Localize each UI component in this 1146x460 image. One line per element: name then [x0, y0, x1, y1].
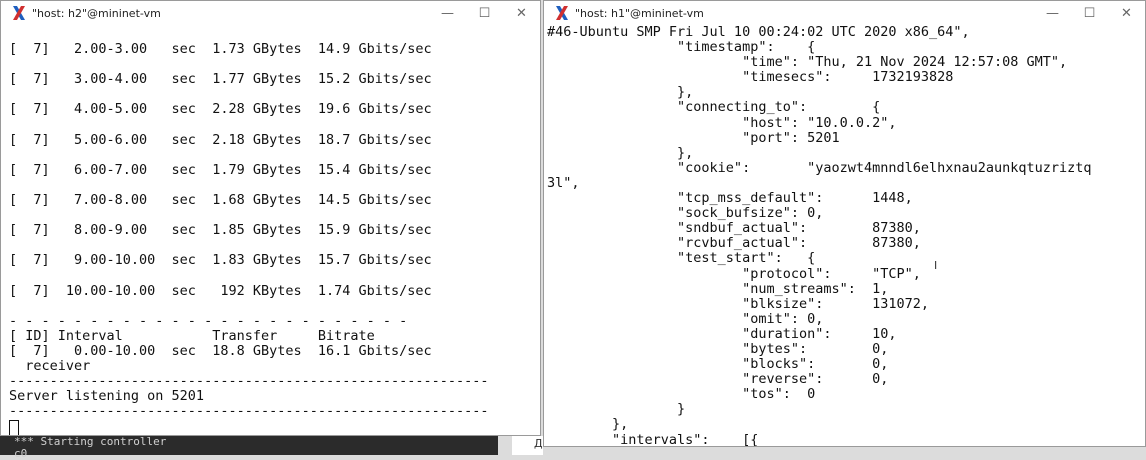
terminal-line: "port": 5201 [547, 129, 840, 146]
terminal-line: [ ID] Interval Transfer Bitrate [9, 327, 375, 344]
terminal-line: "rcvbuf_actual": 87380, [547, 235, 921, 252]
window-title: "host: h2"@mininet-vm [32, 6, 161, 20]
terminal-line: "bytes": 0, [547, 340, 889, 357]
terminal-line: [ 7] 0.00-10.00 sec 18.8 GBytes 16.1 Gbi… [9, 342, 432, 359]
terminal-line: "connecting_to": { [547, 99, 881, 116]
terminal-line: } [547, 401, 686, 418]
terminal-line: [ 7] 2.00-3.00 sec 1.73 GBytes 14.9 Gbit… [9, 41, 432, 57]
terminal-line: [ 7] 4.00-5.00 sec 2.28 GBytes 19.6 Gbit… [9, 101, 432, 118]
terminal-line: "test_start": { [547, 250, 816, 267]
window-title: "host: h1"@mininet-vm [575, 6, 704, 20]
terminal-window-h1[interactable]: "host: h1"@mininet-vm — ☐ ✕ #46-Ubuntu S… [543, 0, 1146, 447]
background-window-text: Д [534, 437, 543, 450]
terminal-line: "time": "Thu, 21 Nov 2024 12:57:08 GMT", [547, 54, 1068, 71]
terminal-line: "sock_bufsize": 0, [547, 205, 824, 222]
terminal-line: }, [547, 416, 629, 433]
terminal-line: }, [547, 84, 694, 101]
terminal-line: [ 7] 8.00-9.00 sec 1.85 GBytes 15.9 Gbit… [9, 222, 432, 239]
close-button[interactable]: ✕ [1108, 1, 1145, 25]
terminal-line: [ 7] 9.00-10.00 sec 1.83 GBytes 15.7 Gbi… [9, 252, 432, 269]
prompt-line[interactable] [9, 419, 540, 435]
terminal-line: "protocol": "TCP", [547, 265, 921, 282]
terminal-line: #46-Ubuntu SMP Fri Jul 10 00:24:02 UTC 2… [547, 25, 970, 40]
maximize-button[interactable]: ☐ [466, 1, 503, 25]
maximize-button[interactable]: ☐ [1071, 1, 1108, 25]
terminal-line: "omit": 0, [547, 310, 824, 327]
terminal-line: "reverse": 0, [547, 371, 889, 388]
terminal-line: "intervals": [{ [547, 431, 759, 446]
background-terminal: *** Starting controller c0 [0, 435, 498, 460]
background-window: Д [512, 436, 543, 455]
terminal-line: [ 7] 10.00-10.00 sec 192 KBytes 1.74 Gbi… [9, 282, 432, 299]
terminal-line: Server listening on 5201 [9, 388, 205, 405]
terminal-line: [ 7] 7.00-8.00 sec 1.68 GBytes 14.5 Gbit… [9, 191, 432, 208]
terminal-line: [ 7] 5.00-6.00 sec 2.18 GBytes 18.7 Gbit… [9, 131, 432, 148]
titlebar[interactable]: "host: h2"@mininet-vm — ☐ ✕ [1, 1, 540, 25]
terminal-line: [ 7] 6.00-7.00 sec 1.79 GBytes 15.4 Gbit… [9, 161, 432, 178]
terminal-line: "host": "10.0.0.2", [547, 114, 897, 131]
x-logo-icon [11, 5, 27, 21]
terminal-line: "tcp_mss_default": 1448, [547, 190, 913, 207]
terminal-line: "duration": 10, [547, 325, 897, 342]
terminal-output[interactable]: [ 7] 2.00-3.00 sec 1.73 GBytes 14.9 Gbit… [1, 25, 540, 435]
minimize-button[interactable]: — [429, 1, 466, 25]
titlebar[interactable]: "host: h1"@mininet-vm — ☐ ✕ [544, 1, 1145, 25]
terminal-line: }, [547, 144, 694, 161]
background-terminal-line: *** Starting controller [14, 435, 167, 448]
close-button[interactable]: ✕ [503, 1, 540, 25]
terminal-line: ----------------------------------------… [9, 403, 489, 420]
background-terminal-line: c0 [14, 447, 28, 460]
terminal-output[interactable]: #46-Ubuntu SMP Fri Jul 10 00:24:02 UTC 2… [544, 25, 1145, 446]
text-cursor-icon [9, 420, 19, 435]
minimize-button[interactable]: — [1034, 1, 1071, 25]
terminal-line: "tos": 0 [547, 386, 816, 403]
terminal-line: - - - - - - - - - - - - - - - - - - - - … [9, 312, 408, 329]
terminal-line: "timestamp": { [547, 39, 816, 56]
terminal-line: "cookie": "yaozwt4mnndl6elhxnau2aunkqtuz… [547, 159, 1092, 176]
terminal-window-h2[interactable]: "host: h2"@mininet-vm — ☐ ✕ [ 7] 2.00-3.… [0, 0, 541, 436]
terminal-line: 3l", [547, 174, 580, 191]
terminal-line: "sndbuf_actual": 87380, [547, 220, 921, 237]
terminal-line: "blocks": 0, [547, 356, 889, 373]
terminal-line: receiver [9, 357, 91, 374]
terminal-line: "timesecs": 1732193828 [547, 69, 954, 86]
terminal-line: "blksize": 131072, [547, 295, 930, 312]
terminal-line: "num_streams": 1, [547, 280, 889, 297]
terminal-line: ----------------------------------------… [9, 373, 489, 390]
x-logo-icon [554, 5, 570, 21]
text-cursor-icon: I [934, 259, 938, 272]
terminal-line: [ 7] 3.00-4.00 sec 1.77 GBytes 15.2 Gbit… [9, 71, 432, 88]
